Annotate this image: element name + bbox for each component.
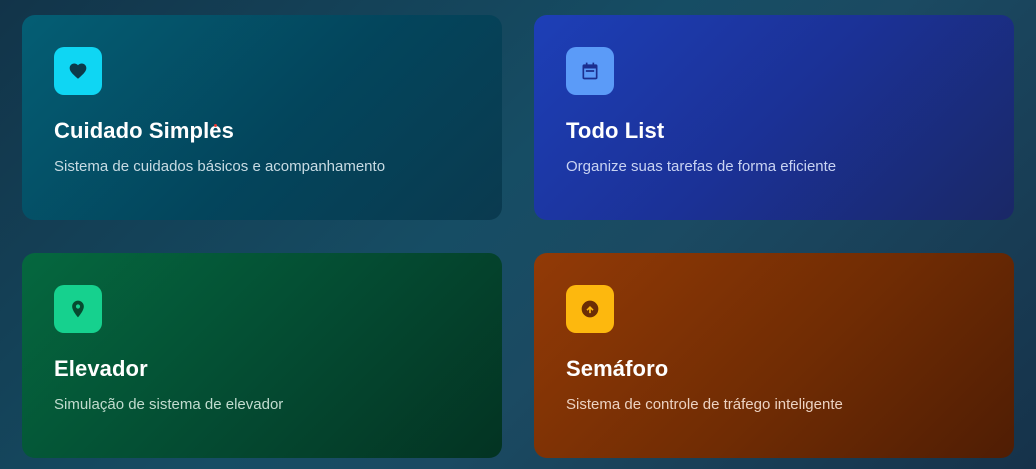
card-title: Todo List [566, 118, 665, 143]
indicator-dot [214, 124, 217, 127]
card-title: Cuidado Simples [54, 118, 234, 143]
card-elevador[interactable]: Elevador Simulação de sistema de elevado… [22, 253, 502, 458]
card-todo-list[interactable]: Todo List Organize suas tarefas de forma… [534, 15, 1014, 220]
card-description: Simulação de sistema de elevador [54, 396, 284, 413]
card-title: Elevador [54, 356, 148, 381]
card-semaforo[interactable]: Semáforo Sistema de controle de tráfego … [534, 253, 1014, 458]
project-cards-grid: Cuidado Simples Sistema de cuidados bási… [22, 15, 1014, 458]
arrow-up-circle-icon [566, 285, 614, 333]
card-description: Sistema de controle de tráfego inteligen… [566, 396, 843, 413]
calendar-icon [566, 47, 614, 95]
card-title: Semáforo [566, 356, 669, 381]
map-pin-icon [54, 285, 102, 333]
card-description: Sistema de cuidados básicos e acompanham… [54, 158, 386, 175]
card-cuidado-simples[interactable]: Cuidado Simples Sistema de cuidados bási… [22, 15, 502, 220]
heart-icon [54, 47, 102, 95]
card-description: Organize suas tarefas de forma eficiente [566, 158, 837, 175]
